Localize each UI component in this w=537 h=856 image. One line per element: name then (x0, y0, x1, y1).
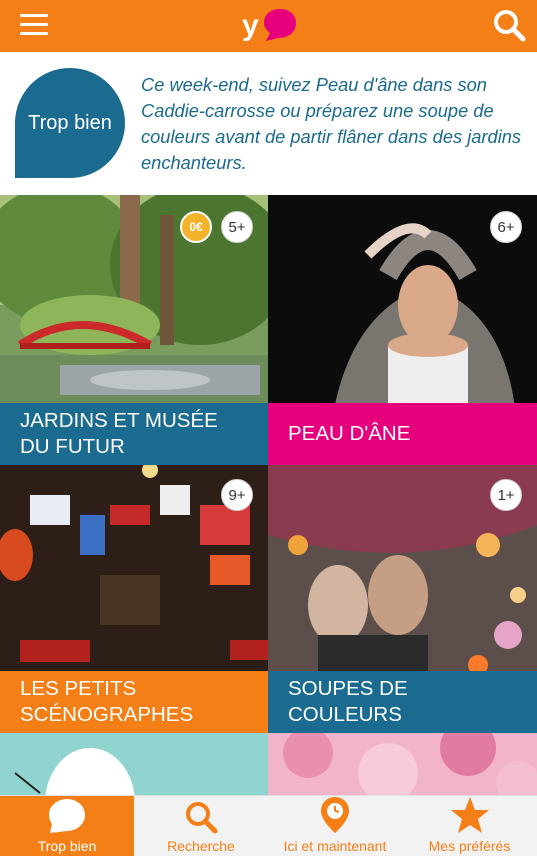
nav-recherche-label: Recherche (167, 838, 235, 854)
card-soupes-de-couleurs-caption: SOUPES DE COULEURS (268, 671, 537, 733)
age-badge: 6+ (490, 211, 522, 243)
speech-bubble-icon (49, 799, 85, 833)
location-clock-icon (321, 797, 349, 833)
card-next-right-photo (268, 733, 537, 795)
age-badge: 1+ (490, 479, 522, 511)
search-icon[interactable] (492, 8, 526, 42)
intro-text: Ce week-end, suivez Peau d'âne dans son … (141, 74, 522, 173)
card-soupes-de-couleurs[interactable]: 1+ SOUPES DE COULEURS (268, 465, 537, 733)
age-badge: 5+ (221, 211, 253, 243)
app-header: y (0, 0, 537, 52)
trop-bien-badge: Trop bien (15, 68, 125, 178)
star-icon (450, 797, 489, 833)
card-soupes-de-couleurs-title: SOUPES DE COULEURS (288, 677, 408, 726)
search-icon (186, 802, 218, 834)
card-next-right[interactable] (268, 733, 537, 795)
card-peau-dane-title: PEAU D'ÂNE (288, 422, 411, 445)
card-jardins-caption: JARDINS ET MUSÉE DU FUTUR (0, 403, 268, 465)
bottom-nav: Trop bien Recherche Ici et maintenant Me… (0, 795, 537, 856)
card-next-left[interactable] (0, 733, 268, 795)
card-peau-dane-caption: PEAU D'ÂNE (268, 403, 537, 465)
nav-recherche[interactable]: Recherche (134, 796, 268, 856)
yoop-logo[interactable]: y (242, 5, 298, 45)
nav-mes-preferes-label: Mes préférés (428, 838, 511, 854)
card-petits-scenographes-title: LES PETITS SCÉNOGRAPHES (20, 677, 194, 726)
logo-letter: y (242, 9, 259, 42)
age-badge: 9+ (221, 479, 253, 511)
nav-ici-et-maintenant[interactable]: Ici et maintenant (268, 796, 402, 856)
card-jardins-title: JARDINS ET MUSÉE DU FUTUR (20, 409, 218, 458)
card-next-left-photo (0, 733, 268, 795)
card-peau-dane[interactable]: 6+ PEAU D'ÂNE (268, 195, 537, 465)
nav-ici-et-maintenant-label: Ici et maintenant (283, 838, 387, 854)
nav-trop-bien[interactable]: Trop bien (0, 796, 134, 856)
intro-section: Trop bien Ce week-end, suivez Peau d'âne… (0, 52, 537, 195)
trop-bien-badge-label: Trop bien (28, 111, 112, 134)
card-petits-scenographes[interactable]: 9+ LES PETITS SCÉNOGRAPHES (0, 465, 268, 733)
hamburger-icon[interactable] (20, 14, 48, 36)
nav-trop-bien-label: Trop bien (37, 838, 97, 854)
card-jardins[interactable]: 0€ 5+ JARDINS ET MUSÉE DU FUTUR (0, 195, 268, 465)
nav-mes-preferes[interactable]: Mes préférés (402, 796, 537, 856)
card-petits-scenographes-caption: LES PETITS SCÉNOGRAPHES (0, 671, 268, 733)
price-badge: 0€ (180, 211, 212, 243)
